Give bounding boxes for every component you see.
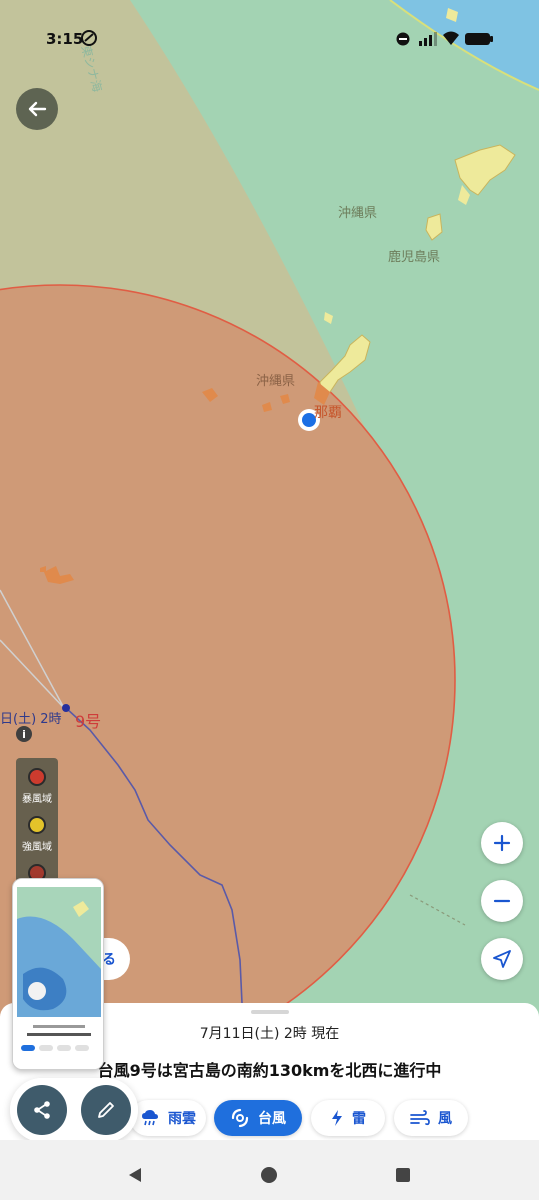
- drag-handle[interactable]: [251, 1010, 289, 1014]
- rain-cloud-icon: [142, 1110, 158, 1126]
- status-time: 3:15: [46, 30, 84, 48]
- lightning-icon: [332, 1110, 342, 1126]
- back-button[interactable]: [16, 88, 58, 130]
- do-not-disturb-icon: [396, 32, 410, 46]
- zoom-out-button[interactable]: [481, 880, 523, 922]
- screenshot-thumbnail[interactable]: [12, 878, 104, 1070]
- info-icon[interactable]: i: [16, 726, 32, 742]
- screenshot-preview-image: [13, 879, 103, 1069]
- navigation-arrow-icon: [493, 950, 511, 968]
- pencil-icon: [98, 1102, 114, 1118]
- arrow-left-icon: [28, 101, 47, 117]
- battery-icon: [465, 33, 493, 45]
- okinawa-prefecture-label: 沖縄県: [338, 206, 378, 221]
- tab-label: 雷: [352, 1111, 366, 1127]
- tab-wind[interactable]: 風: [394, 1100, 468, 1136]
- status-bar: 3:15: [0, 0, 539, 80]
- legend-item-strong-wind-zone: 強風域: [16, 816, 58, 853]
- signal-icon: [419, 32, 437, 46]
- system-navigation-bar: [0, 1140, 539, 1200]
- back-triangle-icon[interactable]: [126, 1166, 144, 1184]
- storm-legend: 暴風域 強風域: [16, 758, 58, 898]
- tab-typhoon[interactable]: 台風: [214, 1100, 302, 1136]
- minus-icon: [493, 899, 511, 903]
- tab-lightning[interactable]: 雷: [311, 1100, 385, 1136]
- zoom-in-button[interactable]: [481, 822, 523, 864]
- tab-label: 風: [438, 1111, 452, 1127]
- edit-button[interactable]: [81, 1085, 131, 1135]
- naha-label: 那覇: [314, 405, 342, 421]
- share-button[interactable]: [17, 1085, 67, 1135]
- current-location-button[interactable]: [481, 938, 523, 980]
- tab-label: 台風: [258, 1111, 286, 1127]
- home-circle-icon[interactable]: [260, 1166, 278, 1184]
- screenshot-actions: [10, 1078, 138, 1142]
- okinawa-prefecture-label-2: 沖縄県: [256, 374, 296, 389]
- recents-square-icon[interactable]: [395, 1167, 411, 1183]
- wifi-icon: [443, 31, 459, 45]
- app-notification-icon: [81, 30, 97, 46]
- legend-label: 強風域: [22, 842, 52, 853]
- tab-rain-cloud[interactable]: 雨雲: [130, 1100, 206, 1136]
- typhoon-icon: [231, 1108, 249, 1128]
- storm-time-label: 日(土) 2時: [0, 712, 62, 727]
- kagoshima-prefecture-label: 鹿児島県: [388, 250, 441, 265]
- storm-name-label: 9号: [75, 712, 102, 731]
- strong-wind-zone-swatch: [28, 816, 46, 834]
- legend-item-storm-zone: 暴風域: [16, 768, 58, 805]
- tab-label: 雨雲: [168, 1111, 196, 1127]
- wind-icon: [410, 1110, 430, 1126]
- plus-icon: [493, 834, 511, 852]
- legend-label: 暴風域: [22, 794, 52, 805]
- share-icon: [34, 1101, 50, 1119]
- storm-zone-swatch: [28, 768, 46, 786]
